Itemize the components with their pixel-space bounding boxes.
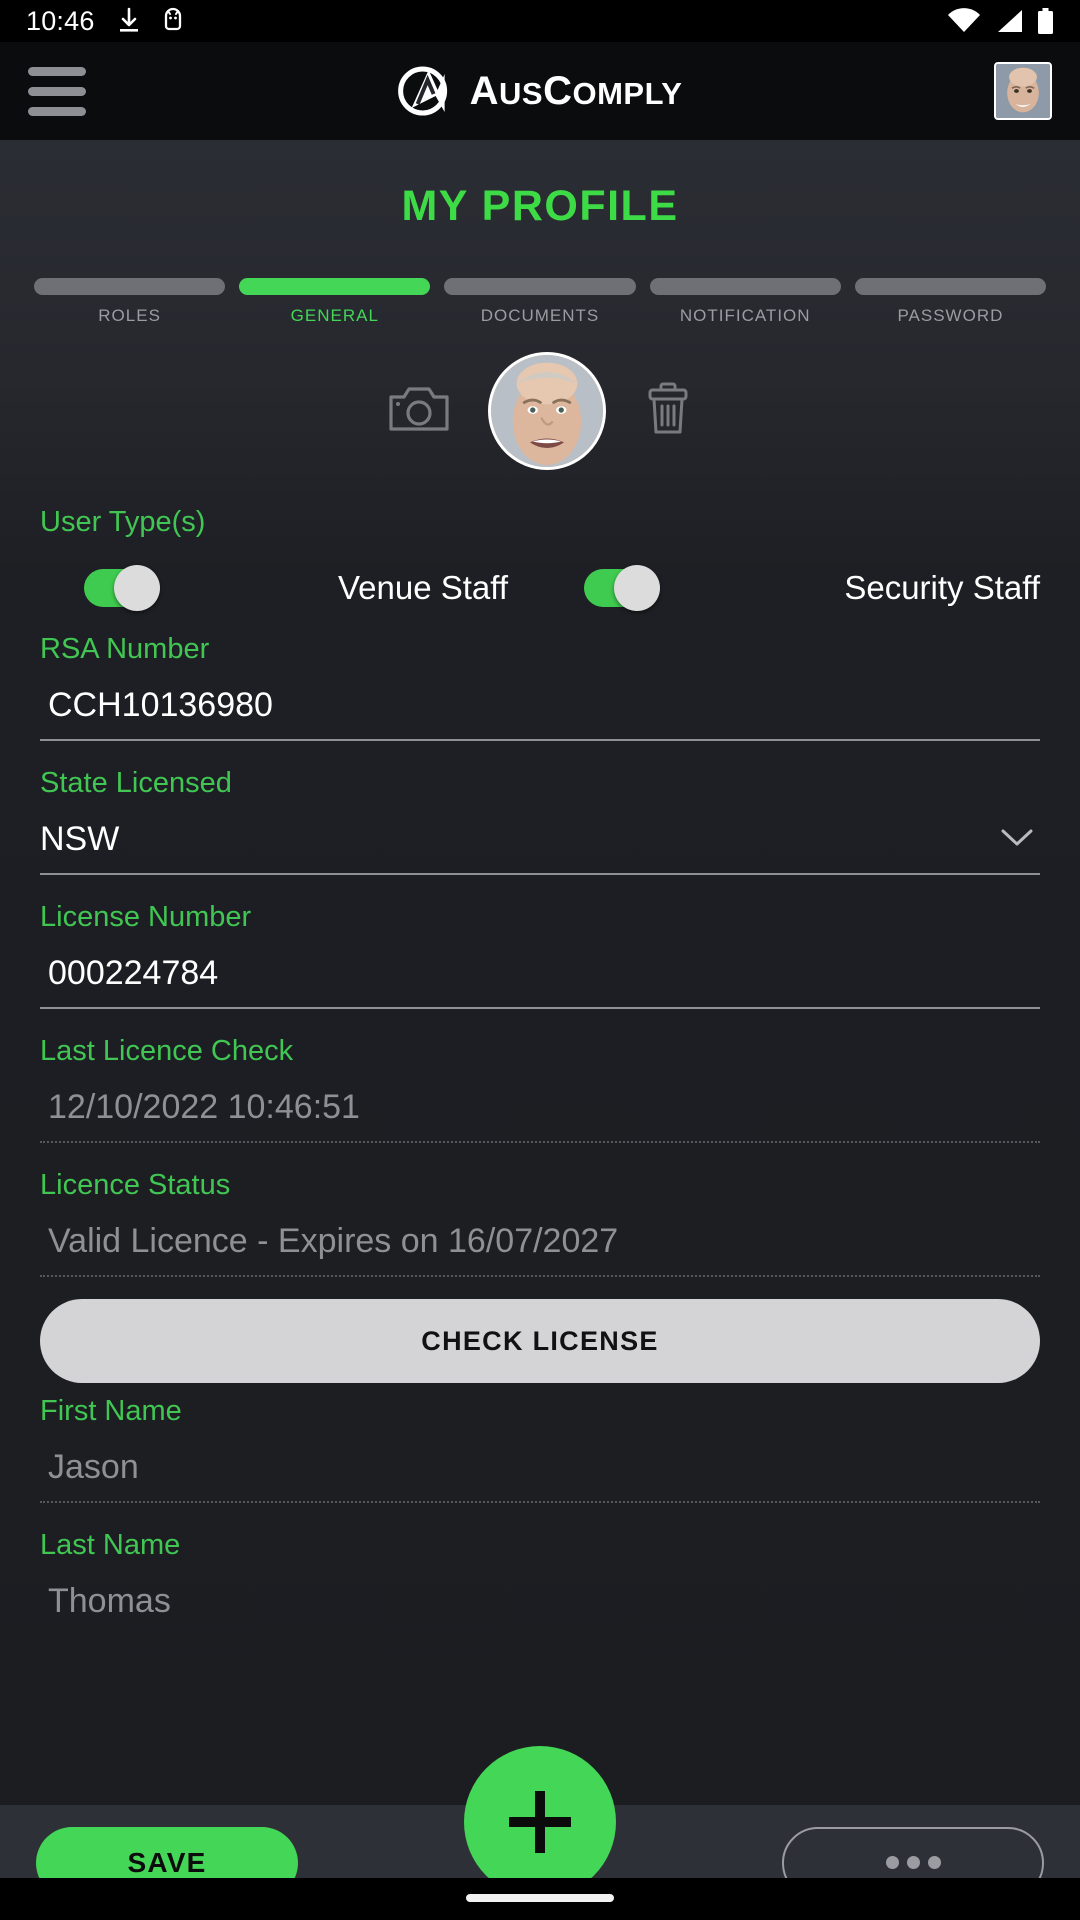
home-gesture-pill[interactable] (466, 1894, 614, 1902)
first-name-input[interactable]: Jason (40, 1434, 1040, 1501)
cellular-signal-icon (998, 10, 1022, 32)
last-name-label: Last Name (40, 1529, 181, 1561)
last-licence-check-value: 12/10/2022 10:46:51 (48, 1088, 360, 1126)
user-types-label: User Type(s) (40, 506, 206, 538)
field-license-number: License Number 000224784 (40, 901, 1040, 1009)
license-number-underline (40, 1007, 1040, 1009)
ellipsis-icon-dot-2 (906, 1856, 920, 1869)
rsa-number-label: RSA Number (40, 633, 210, 665)
security-staff-toggle[interactable] (584, 565, 660, 611)
trash-icon-glyph (648, 382, 688, 433)
first-name-label: First Name (40, 1395, 182, 1427)
rsa-number-underline (40, 739, 1040, 741)
tab-notification[interactable]: NOTIFICATION (649, 278, 841, 326)
profile-avatar-image (491, 355, 603, 467)
profile-form: User Type(s) Venue Staff Security Staff … (0, 506, 1080, 1635)
trash-icon[interactable] (644, 381, 692, 442)
venue-staff-label: Venue Staff (337, 569, 508, 606)
user-type-venue-staff: Venue Staff (40, 565, 540, 611)
field-licence-status: Licence Status Valid Licence - Expires o… (40, 1169, 1040, 1277)
field-rsa-number: RSA Number CCH10136980 (40, 633, 1040, 741)
add-fab-button[interactable] (464, 1746, 616, 1898)
system-navigation-bar (0, 1878, 1080, 1920)
brand-us: US (499, 75, 544, 111)
security-staff-label: Security Staff (844, 569, 1040, 606)
last-name-input[interactable]: Thomas (40, 1568, 1040, 1635)
last-licence-check-underline (40, 1141, 1040, 1143)
security-staff-toggle-knob (614, 565, 660, 611)
status-bar: 10:46 (0, 0, 1080, 42)
camera-icon-glyph (389, 386, 449, 431)
state-licensed-value: NSW (40, 820, 120, 858)
chevron-down-icon (1000, 823, 1040, 857)
state-licensed-underline (40, 873, 1040, 875)
tab-notification-label: NOTIFICATION (679, 306, 811, 325)
tab-roles-indicator (34, 278, 226, 295)
user-type-security-staff: Security Staff (540, 565, 1040, 611)
venue-staff-toggle-knob (114, 565, 160, 611)
brand-c: C (543, 68, 573, 113)
tab-roles-label: ROLES (98, 306, 161, 325)
tab-password[interactable]: PASSWORD (854, 278, 1047, 326)
field-first-name: First Name Jason (40, 1395, 1040, 1503)
first-name-underline (40, 1501, 1040, 1503)
rsa-number-input[interactable]: CCH10136980 (40, 672, 1040, 739)
tab-notification-indicator (649, 278, 841, 295)
brand-logo: AUSCOMPLY (398, 60, 683, 122)
plus-icon (509, 1791, 571, 1853)
app-screen: 10:46 AUSCOMPLY MY PROFILE ROLES GENERAL… (0, 0, 1080, 1920)
scroll-region[interactable]: MY PROFILE ROLES GENERAL DOCUMENTS NOTIF… (0, 140, 1080, 1805)
state-licensed-label: State Licensed (40, 767, 232, 799)
user-types-toggles: Venue Staff Security Staff (40, 565, 1040, 611)
page-body: MY PROFILE ROLES GENERAL DOCUMENTS NOTIF… (0, 140, 1080, 1920)
camera-icon[interactable] (388, 383, 450, 440)
venue-staff-toggle[interactable] (84, 565, 160, 611)
profile-avatar[interactable] (488, 352, 606, 470)
avatar[interactable] (994, 62, 1052, 120)
chevron-down-icon-glyph (1001, 829, 1033, 845)
licence-status-label: Licence Status (40, 1169, 231, 1201)
auscomply-logo-icon (398, 66, 448, 116)
ellipsis-icon-dot-3 (927, 1856, 941, 1869)
app-bar: AUSCOMPLY (0, 42, 1080, 140)
tab-general[interactable]: GENERAL (239, 278, 431, 326)
field-last-name: Last Name Thomas (40, 1529, 1040, 1635)
download-icon (119, 7, 138, 32)
last-licence-check-label: Last Licence Check (40, 1035, 294, 1067)
battery-icon (1038, 7, 1053, 34)
tab-general-label: GENERAL (290, 306, 379, 325)
licence-status-underline (40, 1275, 1040, 1277)
brand-a: A (469, 68, 500, 113)
field-last-licence-check: Last Licence Check 12/10/2022 10:46:51 (40, 1035, 1040, 1143)
tab-documents-indicator (444, 278, 636, 295)
tab-documents[interactable]: DOCUMENTS (444, 278, 636, 326)
profile-photo-controls (0, 352, 1080, 470)
android-debug-icon (164, 7, 181, 31)
tab-password-label: PASSWORD (897, 306, 1004, 325)
avatar-image (996, 64, 1050, 118)
tab-roles[interactable]: ROLES (34, 278, 226, 326)
state-licensed-select[interactable]: NSW (40, 806, 1040, 873)
status-bar-system-icons (947, 7, 1054, 35)
ellipsis-icon-dot-1 (885, 1856, 899, 1869)
page-title: MY PROFILE (401, 182, 679, 230)
tab-password-indicator (854, 278, 1047, 295)
profile-step-tabs: ROLES GENERAL DOCUMENTS NOTIFICATION PAS… (0, 231, 1080, 326)
status-bar-notification-icons (117, 7, 185, 35)
field-state-licensed: State Licensed NSW (40, 767, 1040, 875)
check-license-button[interactable]: CHECK LICENSE (40, 1299, 1040, 1383)
licence-status-value: Valid Licence - Expires on 16/07/2027 (48, 1222, 619, 1260)
hamburger-menu-icon[interactable] (28, 66, 86, 116)
license-number-input[interactable]: 000224784 (40, 940, 1040, 1007)
brand-omply: OMPLY (572, 75, 683, 111)
license-number-label: License Number (40, 901, 252, 933)
tab-documents-label: DOCUMENTS (480, 306, 600, 325)
tab-general-indicator (239, 278, 431, 295)
status-bar-time: 10:46 (26, 5, 95, 36)
brand-name: AUSCOMPLY (470, 69, 683, 114)
wifi-icon (948, 8, 980, 32)
